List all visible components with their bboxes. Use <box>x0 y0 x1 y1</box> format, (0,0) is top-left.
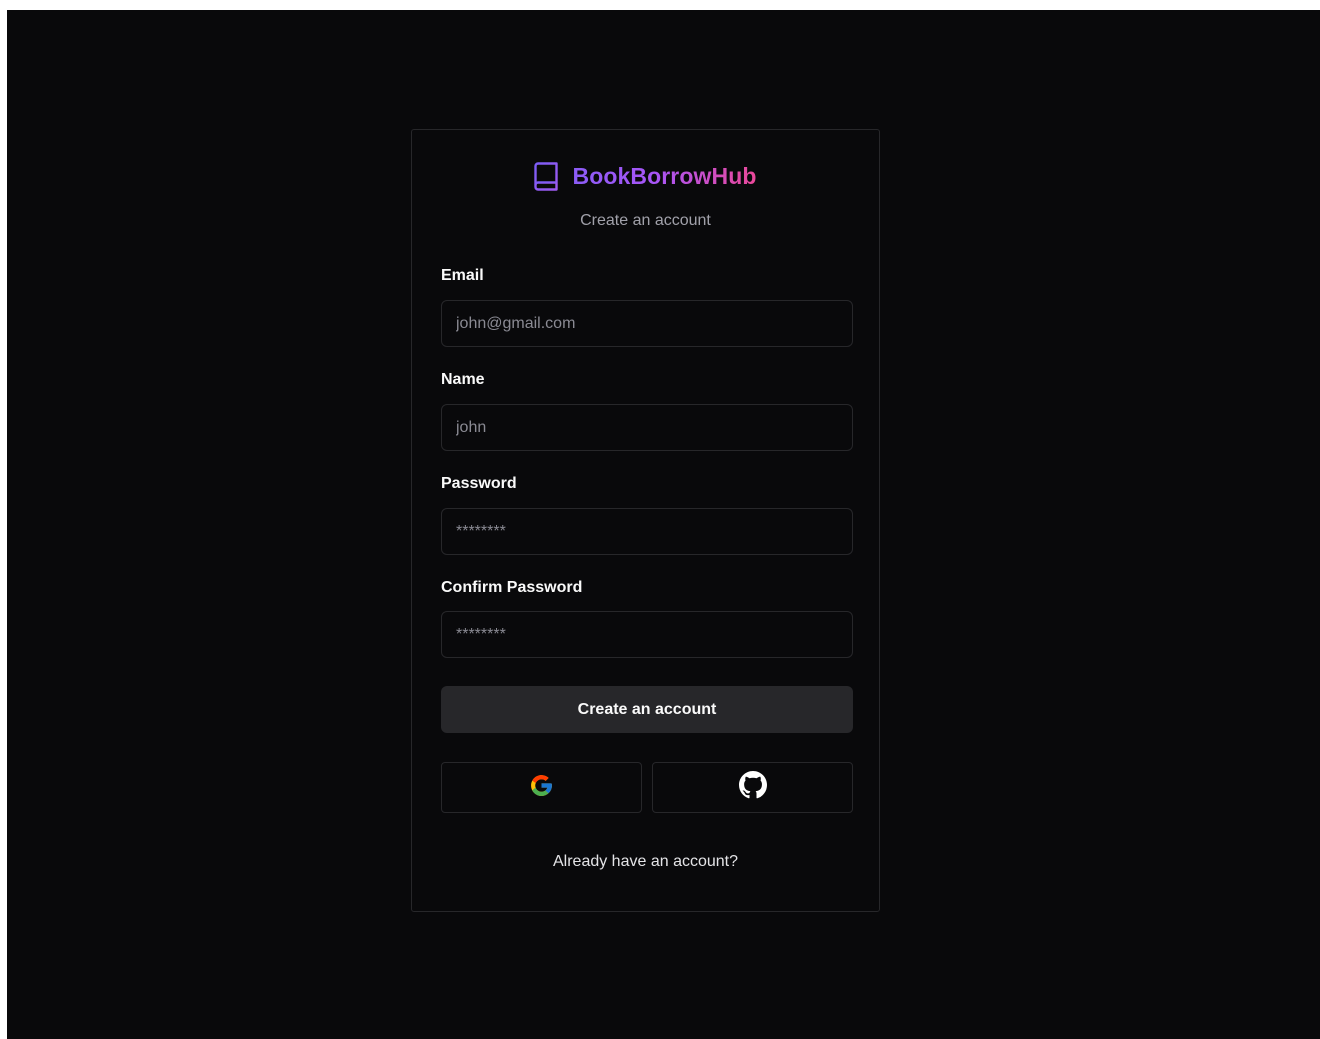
google-signin-button[interactable] <box>441 762 642 813</box>
name-label: Name <box>441 371 485 388</box>
email-label: Email <box>441 267 484 284</box>
password-field[interactable] <box>441 508 853 555</box>
name-field[interactable] <box>441 404 853 451</box>
page-background: BookBorrowHub Create an account Email Na… <box>7 10 1320 1039</box>
create-account-button[interactable]: Create an account <box>441 686 853 733</box>
password-label: Password <box>441 475 517 492</box>
github-icon <box>738 771 767 804</box>
email-field[interactable] <box>441 300 853 347</box>
login-link[interactable]: Already have an account? <box>412 853 879 871</box>
google-icon <box>529 773 554 803</box>
brand-name: BookBorrowHub <box>572 162 757 189</box>
confirm-password-label: Confirm Password <box>441 579 583 596</box>
page-subtitle: Create an account <box>580 212 711 229</box>
github-signin-button[interactable] <box>652 762 853 813</box>
confirm-password-field[interactable] <box>441 611 853 658</box>
signup-card: BookBorrowHub Create an account Email Na… <box>411 129 880 912</box>
book-icon <box>534 161 560 192</box>
brand-header: BookBorrowHub <box>412 160 879 192</box>
